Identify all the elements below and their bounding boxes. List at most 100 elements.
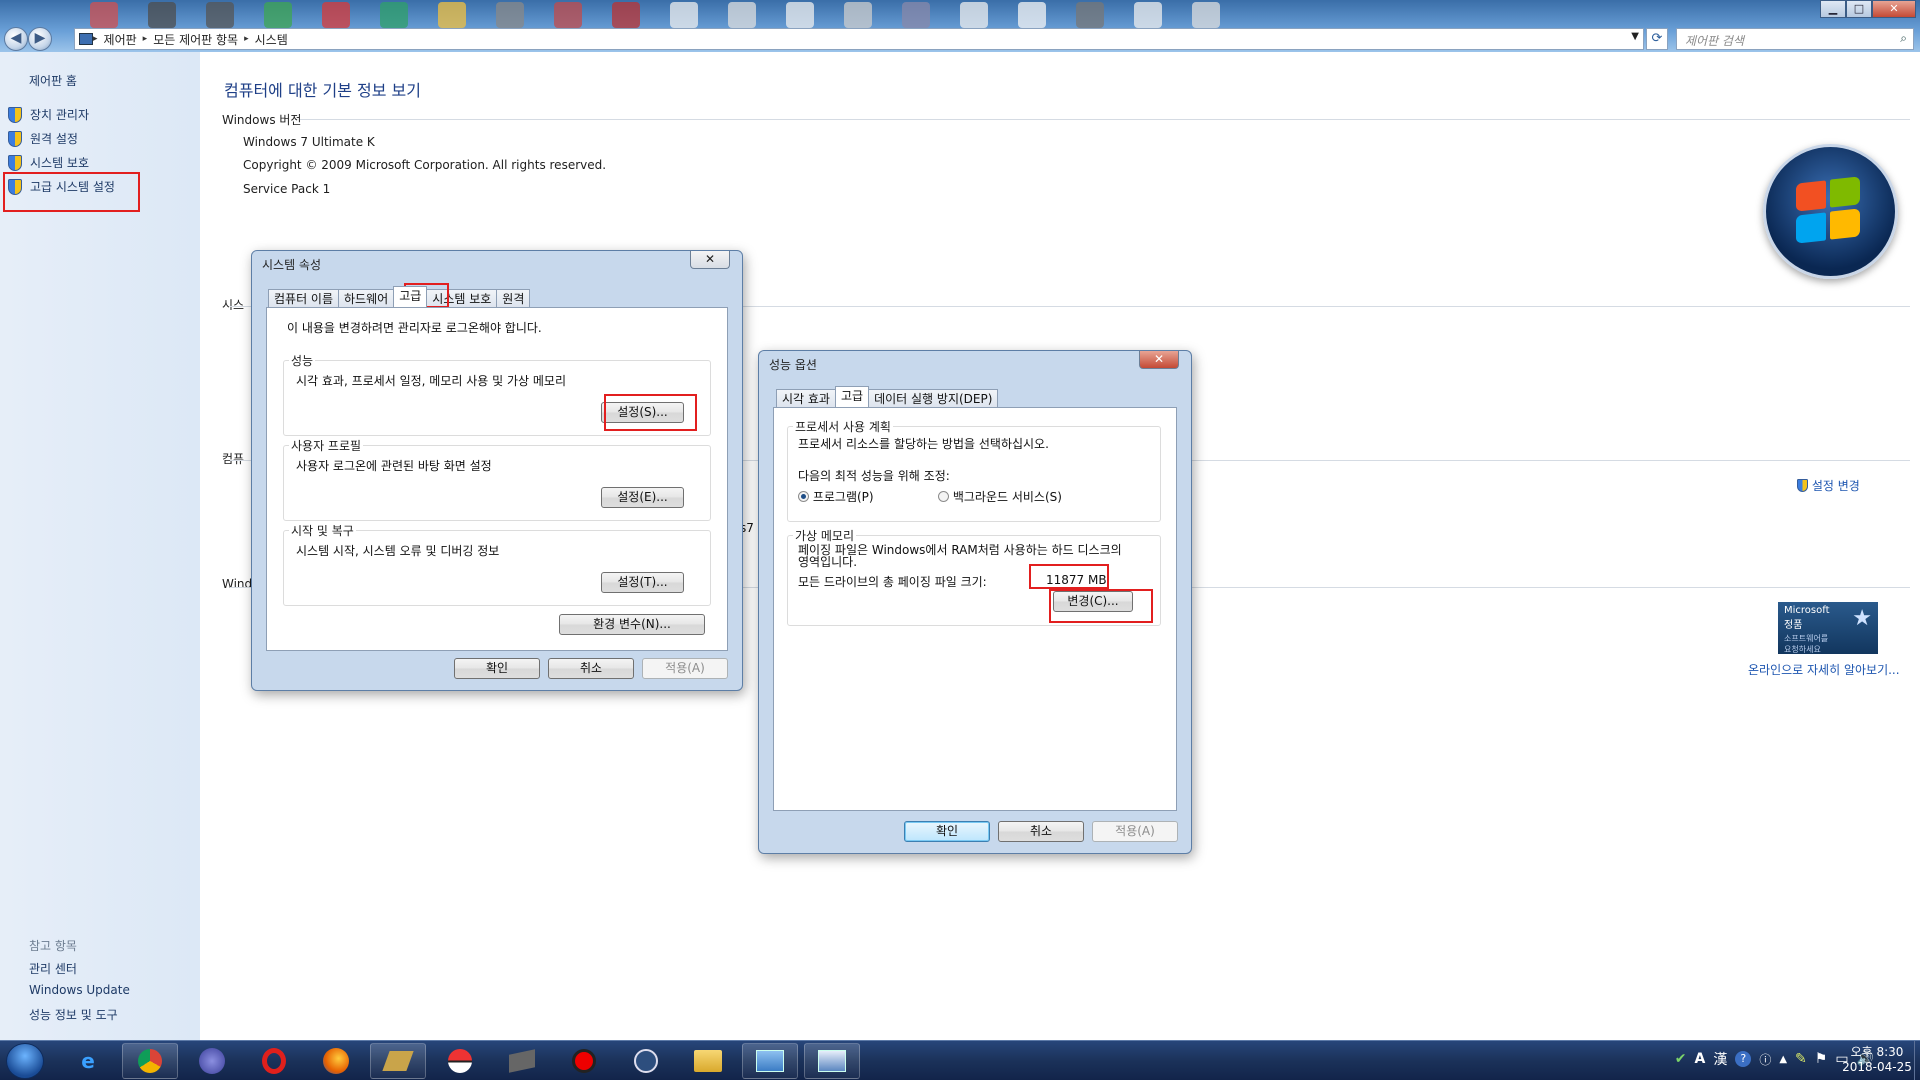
dialog-close-button[interactable]: ✕ [1139,351,1179,369]
refresh-button[interactable]: ⟳ [1646,28,1668,50]
highlight-box [1049,589,1153,623]
sidebar-item-label: 장치 관리자 [30,108,90,122]
performance-desc: 시각 효과, 프로세서 일정, 메모리 사용 및 가상 메모리 [296,374,566,388]
forward-button[interactable]: ▶ [28,27,52,51]
maximize-button[interactable]: □ [1846,0,1872,18]
address-bar[interactable]: ▸ 제어판 ▸ 모든 제어판 항목 ▸ 시스템 ▼ [74,28,1644,50]
see-also-performance-tools[interactable]: 성능 정보 및 도구 [29,1006,118,1023]
app-s-icon[interactable] [184,1043,240,1079]
show-desktop-button[interactable] [1914,1041,1920,1080]
chrome-icon[interactable] [122,1043,178,1079]
back-button[interactable]: ◀ [4,27,28,51]
breadcrumb-control-panel[interactable]: 제어판 [104,31,137,48]
system-section-title: 시스 [222,298,245,312]
see-also-windows-update[interactable]: Windows Update [29,983,130,997]
divider [300,119,1910,120]
virtual-memory-title: 가상 메모리 [793,527,857,544]
security-icon[interactable]: ✔ [1675,1051,1687,1067]
ime-mode-icon[interactable]: A [1694,1051,1705,1067]
tab-advanced[interactable]: 고급 [393,286,428,307]
sidebar-item-system-protection[interactable]: 시스템 보호 [8,154,89,171]
cancel-button[interactable]: 취소 [998,821,1084,842]
firefox-icon[interactable] [308,1043,364,1079]
tab-remote[interactable]: 원격 [496,289,531,307]
ok-button[interactable]: 확인 [454,658,540,679]
chevron-down-icon[interactable]: ▼ [1631,31,1639,42]
tab-dep[interactable]: 데이터 실행 방지(DEP) [868,389,999,407]
pen-icon[interactable]: ✎ [1795,1051,1807,1067]
app-tree-icon[interactable] [618,1043,674,1079]
breadcrumb-all-items[interactable]: 모든 제어판 항목 [153,31,238,48]
ie-icon[interactable]: e [60,1043,116,1079]
genuine-badge-text: 소프트웨어를 [1784,634,1829,643]
hanja-icon[interactable]: 漢 [1713,1049,1727,1069]
tab-visual-effects[interactable]: 시각 효과 [776,389,836,407]
admin-notice: 이 내용을 변경하려면 관리자로 로그온해야 합니다. [287,321,542,335]
close-button[interactable]: ✕ [1872,0,1916,18]
app-book-icon[interactable] [494,1043,550,1079]
computer-name-section-title: 컴퓨 [222,452,245,466]
startup-recovery-group: 시작 및 복구 시스템 시작, 시스템 오류 및 디버깅 정보 설정(T)... [283,522,711,606]
shield-icon [8,106,22,123]
start-button[interactable] [6,1043,44,1079]
sidebar-item-device-manager[interactable]: 장치 관리자 [8,106,89,123]
user-profile-settings-button[interactable]: 설정(E)... [601,487,684,508]
windows-edition-title: Windows 버전 [222,113,302,127]
performance-title: 성능 [289,352,316,369]
help-icon[interactable]: ? [1735,1051,1752,1067]
search-icon[interactable]: ⌕ [1900,31,1907,46]
programs-radio-label: 프로그램(P) [812,490,874,504]
dialog-close-button[interactable]: ✕ [690,251,730,269]
search-input[interactable]: 제어판 검색 ⌕ [1676,28,1914,50]
programs-radio[interactable]: 프로그램(P) [798,488,874,505]
apply-button[interactable]: 적용(A) [642,658,728,679]
explorer-icon[interactable] [680,1043,736,1079]
genuine-microsoft-badge[interactable]: Microsoft 정품 소프트웨어를 요청하세요 ★ [1778,602,1878,654]
highlight-box [604,394,697,431]
app-tool-icon[interactable] [370,1043,426,1079]
highlight-box [3,172,140,212]
adjust-label: 다음의 최적 성능을 위해 조정: [798,469,950,483]
see-also-action-center[interactable]: 관리 센터 [29,960,77,977]
title-bar: ▁ □ ✕ ◀ ▶ ▸ 제어판 ▸ 모든 제어판 항목 ▸ 시스템 ▼ ⟳ 제어… [0,0,1920,52]
app-pokeball-icon[interactable] [432,1043,488,1079]
processor-scheduling-group: 프로세서 사용 계획 프로세서 리소스를 할당하는 방법을 선택하십시오. 다음… [787,418,1161,522]
breadcrumb-separator-icon[interactable]: ▸ [143,34,148,44]
opera-icon[interactable] [246,1043,302,1079]
edition-text: Windows 7 Ultimate K [243,135,375,149]
background-services-radio-label: 백그라운드 서비스(S) [952,490,1062,504]
clock[interactable]: 오후 8:30 2018-04-25 [1842,1045,1912,1075]
user-profile-group: 사용자 프로필 사용자 로그온에 관련된 바탕 화면 설정 설정(E)... [283,437,711,521]
breadcrumb-separator-icon[interactable]: ▸ [93,34,98,44]
total-paging-label: 모든 드라이브의 총 페이징 파일 크기: [798,575,987,589]
control-panel-icon[interactable] [742,1043,798,1079]
taskbar: e ✔ A 漢 ? ⓘ ▲ ✎ ⚑ ▭ 🔊 오후 8:30 2018-04-25 [0,1040,1920,1080]
background-services-radio[interactable]: 백그라운드 서비스(S) [938,488,1062,505]
info-icon[interactable]: ⓘ [1759,1051,1771,1068]
control-panel-home-link[interactable]: 제어판 홈 [29,72,77,89]
cancel-button[interactable]: 취소 [548,658,634,679]
user-profile-desc: 사용자 로그온에 관련된 바탕 화면 설정 [296,459,492,473]
tab-computer-name[interactable]: 컴퓨터 이름 [268,289,340,307]
breadcrumb-separator-icon[interactable]: ▸ [244,34,249,44]
environment-variables-button[interactable]: 환경 변수(N)... [559,614,705,635]
startup-recovery-settings-button[interactable]: 설정(T)... [601,572,684,593]
flag-icon[interactable]: ⚑ [1815,1051,1828,1067]
tray-expand-icon[interactable]: ▲ [1779,1054,1787,1065]
sidebar-item-remote-settings[interactable]: 원격 설정 [8,130,78,147]
app-record-icon[interactable] [556,1043,612,1079]
left-pane: 제어판 홈 장치 관리자 원격 설정 시스템 보호 고급 시스템 설정 참고 항… [0,52,200,1040]
apply-button[interactable]: 적용(A) [1092,821,1178,842]
minimize-button[interactable]: ▁ [1820,0,1846,18]
tab-advanced[interactable]: 고급 [834,386,870,407]
breadcrumb-system[interactable]: 시스템 [255,31,288,48]
change-settings-link[interactable]: 설정 변경 [1797,477,1860,494]
windows-logo [1763,144,1898,279]
star-icon: ★ [1852,606,1872,631]
ok-button[interactable]: 확인 [904,821,990,842]
system-icon[interactable] [804,1043,860,1079]
control-panel-icon [79,33,93,45]
learn-more-link[interactable]: 온라인으로 자세히 알아보기... [1748,661,1900,678]
performance-options-dialog: 성능 옵션 ✕ 시각 효과 고급 데이터 실행 방지(DEP) 프로세서 사용 … [758,350,1192,854]
tab-hardware[interactable]: 하드웨어 [338,289,395,307]
